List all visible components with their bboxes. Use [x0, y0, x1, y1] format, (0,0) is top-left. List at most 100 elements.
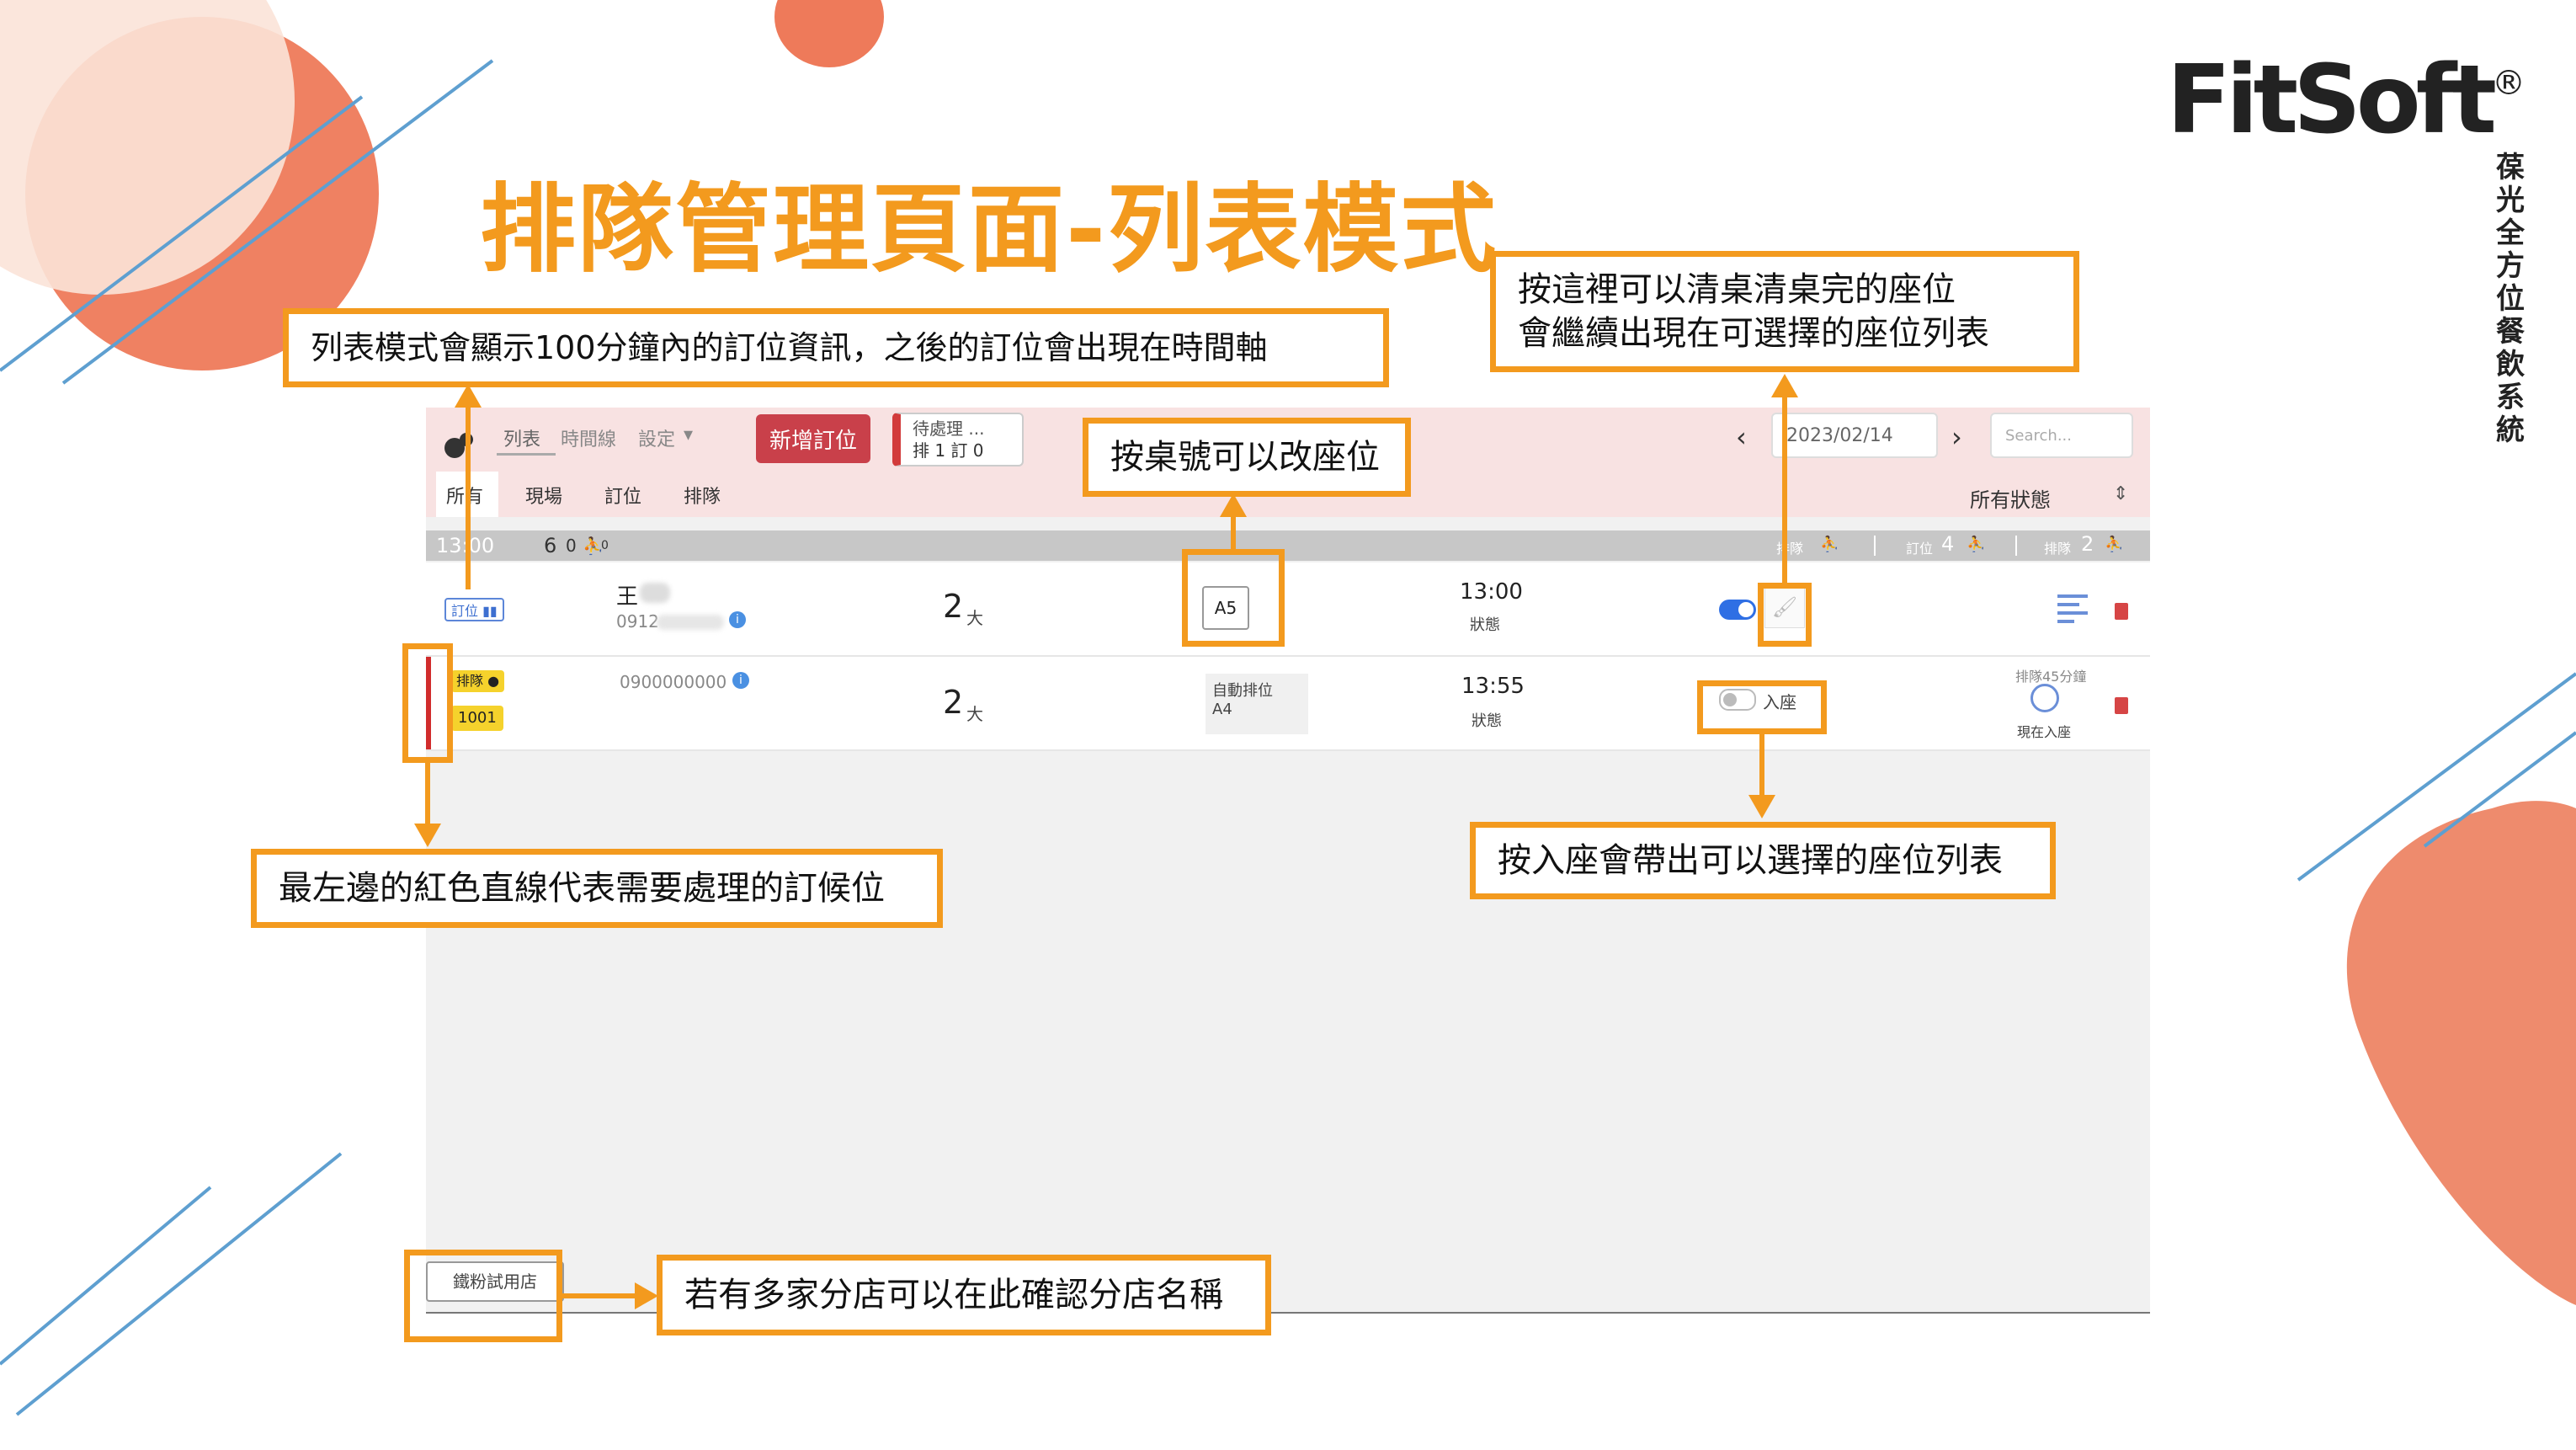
pending-counts: 排 1 訂 0 — [913, 440, 984, 461]
table-row[interactable]: 訂位 ▮▮ 王 0912 i 2 大 A5 13:00 狀態 🖌 — [426, 562, 2150, 657]
group-booking-count: 4 — [1941, 532, 1955, 556]
divider — [2015, 536, 2017, 556]
booking-type-badge: 訂位 ▮▮ — [444, 598, 504, 621]
guest-phone: 0900000000 — [620, 672, 727, 692]
divider — [1874, 536, 1876, 556]
delete-icon[interactable] — [2115, 603, 2128, 620]
callout-seat-in: 按入座會帶出可以選擇的座位列表 — [1470, 822, 2056, 899]
time-group-header: 13:00 6 0 ⛹ 0 排隊 ⛹ 訂位 4 ⛹ 排隊 2 ⛹ — [426, 530, 2150, 561]
name-blurred — [640, 583, 670, 603]
booking-badge-label: 訂位 — [451, 603, 479, 619]
person-icon: ⛹ — [2105, 536, 2124, 553]
group-count: 6 — [544, 534, 557, 557]
nav-list[interactable]: 列表 — [503, 424, 540, 451]
book-icon: ▮▮ — [482, 603, 498, 619]
new-booking-button[interactable]: 新增訂位 — [756, 414, 870, 463]
tab-booking[interactable]: 訂位 — [604, 482, 641, 509]
party-size: 2 — [943, 684, 964, 721]
person-icon: ⛹ — [1820, 536, 1839, 553]
highlight-clear-table — [1758, 583, 1812, 647]
arrow-up-icon — [1220, 493, 1247, 517]
group-zero-kids: 0 — [601, 539, 609, 552]
status-filter-select[interactable]: 所有狀態 — [1970, 483, 2051, 513]
arrow-line — [1231, 515, 1236, 551]
highlight-red-line — [402, 643, 453, 763]
nav-settings[interactable]: 設定 — [638, 424, 675, 451]
party-size: 2 — [943, 588, 964, 625]
callout-branch-text: 若有多家分店可以在此確認分店名稱 — [684, 1276, 1223, 1314]
callout-seat-in-text: 按入座會帶出可以選擇的座位列表 — [1498, 841, 2003, 880]
brand-name: FitSoft — [2166, 45, 2497, 155]
tab-all[interactable]: 所有 — [446, 482, 483, 509]
slide-title: 排隊管理頁面-列表模式 — [480, 173, 1498, 285]
arrow-right-icon — [635, 1282, 658, 1309]
brand-tagline: 葆光全方位餐飲系統 — [2496, 151, 2525, 447]
callout-change-seat-text: 按桌號可以改座位 — [1110, 438, 1380, 477]
party-unit: 大 — [966, 704, 983, 724]
wait-time-text: 排隊45分鐘 — [2015, 669, 2087, 685]
callout-clear-table-line2: 會繼續出現在可選擇的座位列表 — [1518, 314, 1989, 353]
status-label: 狀態 — [1470, 616, 1500, 634]
auto-seat-label: 自動排位 — [1212, 682, 1273, 700]
queue-type-badge: 排隊 ● — [451, 670, 505, 692]
tab-queue[interactable]: 排隊 — [684, 482, 721, 509]
clock-icon: ● — [487, 673, 500, 689]
highlight-seat-toggle — [1697, 680, 1827, 734]
date-prev-button[interactable]: ‹ — [1736, 421, 1747, 453]
callout-clear-table: 按這裡可以清桌清桌完的座位 會繼續出現在可選擇的座位列表 — [1490, 251, 2079, 372]
clock-icon[interactable] — [2030, 684, 2059, 712]
arrow-line — [562, 1293, 638, 1298]
info-icon[interactable]: i — [729, 611, 746, 628]
fitsoft-logo: FitSoft® — [2167, 45, 2525, 155]
table-row[interactable]: 排隊 ● 1001 0900000000 i 2 大 自動排位 A4 13:55… — [426, 657, 2150, 751]
callout-list-mode-text: 列表模式會顯示100分鐘內的訂位資訊，之後的訂位會出現在時間軸 — [311, 329, 1268, 366]
queue-badge-label: 排隊 — [456, 673, 484, 689]
callout-change-seat: 按桌號可以改座位 — [1083, 418, 1411, 497]
arrow-line — [466, 406, 471, 589]
guest-name: 王 — [616, 584, 639, 610]
booking-time: 13:00 — [1460, 579, 1523, 605]
nav-timeline[interactable]: 時間線 — [561, 424, 616, 451]
arrow-line — [425, 761, 430, 829]
delete-icon[interactable] — [2115, 697, 2128, 714]
select-caret-icon[interactable]: ⇕ — [2113, 483, 2128, 504]
group-queue-label: 排隊 — [1776, 541, 1804, 557]
callout-red-line-text: 最左邊的紅色直線代表需要處理的訂候位 — [279, 869, 885, 908]
status-toggle[interactable] — [1719, 600, 1756, 620]
callout-list-mode: 列表模式會顯示100分鐘內的訂位資訊，之後的訂位會出現在時間軸 — [283, 308, 1389, 387]
phone-blurred — [657, 615, 724, 630]
highlight-table-number — [1182, 549, 1285, 647]
pending-summary[interactable]: 待處理 ... 排 1 訂 0 — [892, 413, 1024, 466]
info-icon[interactable]: i — [732, 672, 749, 689]
auto-seat-box[interactable]: 自動排位 A4 — [1206, 674, 1308, 734]
guest-phone: 0912 — [616, 611, 659, 632]
status-label: 狀態 — [1472, 712, 1502, 730]
arrow-up-icon — [1771, 374, 1798, 397]
toggle-knob — [1738, 602, 1754, 617]
group-wait-label: 排隊 — [2044, 541, 2072, 557]
date-field[interactable]: 2023/02/14 — [1771, 413, 1938, 458]
callout-clear-table-line1: 按這裡可以清桌清桌完的座位 — [1518, 270, 1956, 309]
registered-mark: ® — [2492, 64, 2525, 103]
seat-now-button[interactable]: 現在入座 — [2017, 721, 2071, 741]
group-wait-count: 2 — [2081, 532, 2094, 556]
details-menu-icon[interactable] — [2057, 594, 2088, 623]
queue-number-badge: 1001 — [451, 706, 503, 731]
highlight-branch — [404, 1250, 562, 1342]
auto-seat-table: A4 — [1212, 701, 1232, 718]
person-icon: ⛹ — [1967, 536, 1986, 553]
app-logo-icon — [444, 433, 473, 458]
date-next-button[interactable]: › — [1951, 421, 1962, 453]
arrow-up-icon — [455, 384, 482, 408]
pending-title: 待處理 ... — [913, 418, 985, 439]
group-booking-label: 訂位 — [1906, 541, 1934, 557]
arrow-down-icon — [414, 824, 441, 847]
arrow-line — [1782, 396, 1787, 584]
chevron-down-icon[interactable]: ▾ — [684, 424, 693, 445]
callout-red-line: 最左邊的紅色直線代表需要處理的訂候位 — [251, 849, 943, 928]
tab-walkin[interactable]: 現場 — [525, 482, 562, 509]
party-unit: 大 — [966, 608, 983, 628]
group-zero: 0 — [566, 536, 577, 556]
search-input[interactable]: Search... — [1990, 413, 2133, 458]
callout-branch: 若有多家分店可以在此確認分店名稱 — [657, 1255, 1271, 1335]
